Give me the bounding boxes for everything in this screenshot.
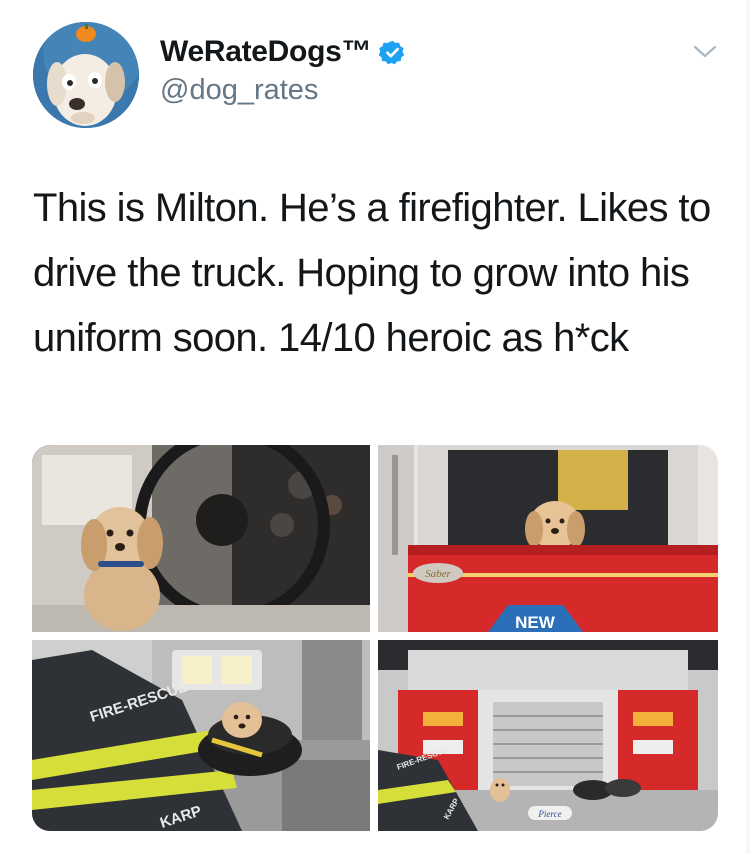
profile-avatar[interactable] [33,22,139,128]
verified-badge-icon [379,40,405,64]
display-name[interactable]: WeRateDogs™ [160,35,371,69]
saber-badge-text: Saber [425,568,451,580]
author-name-row[interactable]: WeRateDogs™ [160,32,406,72]
photo-dog-helmet[interactable]: FIRE-RESCUE KARP [32,640,370,831]
photo-dog-truck-window[interactable]: Saber NEW [378,445,718,632]
photo-2-image: Saber NEW [378,445,718,632]
photo-3-image: FIRE-RESCUE KARP [32,640,370,831]
photo-4-image: Pierce FIRE-RESCUE KARP [378,640,718,831]
photo-dog-truck-front[interactable]: Pierce FIRE-RESCUE KARP [378,640,718,831]
scrollbar-track [746,0,750,854]
photo-1-image [32,445,370,632]
pierce-badge-text: Pierce [537,809,561,819]
dog-avatar-image [33,22,139,128]
new-sign-text: NEW [515,613,556,632]
chevron-down-icon[interactable] [692,42,718,62]
tweet-text: This is Milton. He’s a firefighter. Like… [33,186,711,360]
author-handle[interactable]: @dog_rates [160,74,318,107]
tweet: WeRateDogs™ @dog_rates This is Milton. H… [0,0,750,854]
photo-dog-driver-seat[interactable] [32,445,370,632]
media-grid: Saber NEW FIRE-RESCUE KARP Pierce FIRE-R… [32,445,718,831]
